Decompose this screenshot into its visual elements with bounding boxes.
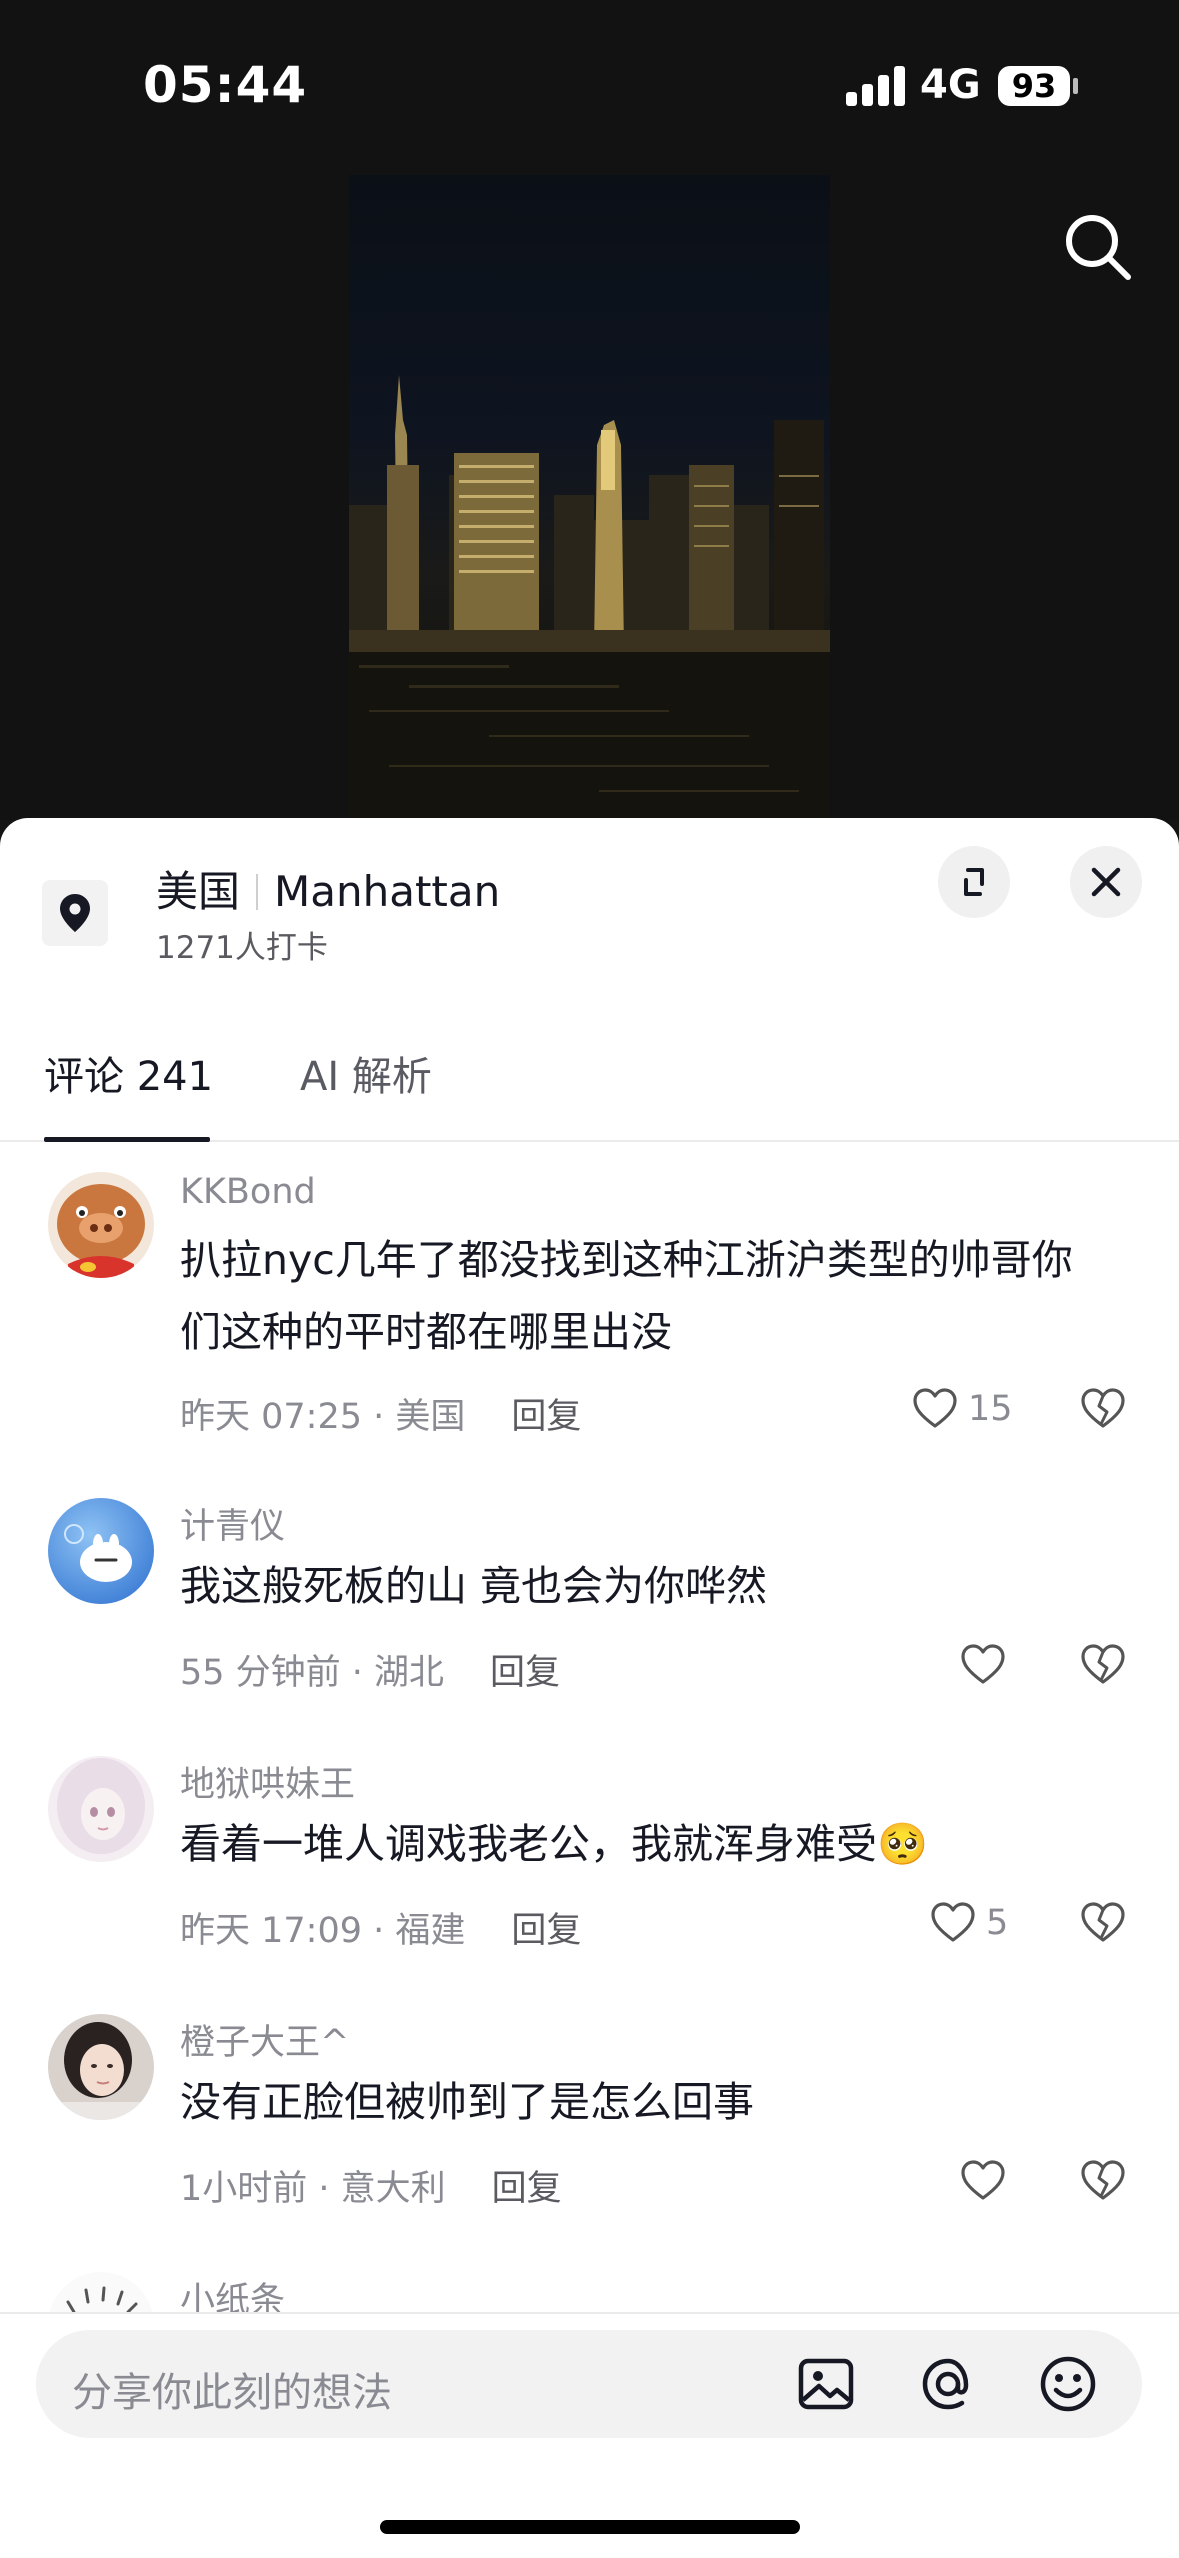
reply-button[interactable]: 回复 [492,2169,562,2209]
reply-button[interactable]: 回复 [511,1397,581,1437]
location-title: 美国 Manhattan [156,858,500,919]
comment-avatar[interactable] [48,1172,154,1278]
expand-button[interactable] [938,846,1010,918]
comment-item: 计青仪 我这般死板的山 竟也会为你哗然 55 分钟前 · 湖北 回复 [0,1480,1179,1720]
comment-item: 橙子大王^ 没有正脸但被帅到了是怎么回事 1小时前 · 意大利 回复 [0,1996,1179,2236]
image-button[interactable] [794,2352,858,2416]
dislike-button[interactable] [1078,2156,1128,2206]
comment-avatar[interactable] [48,2272,154,2314]
comment-input-placeholder: 分享你此刻的想法 [72,2370,392,2416]
at-icon [922,2358,969,2410]
like-button[interactable] [958,1638,1008,1692]
comment-meta: 55 分钟前 · 湖北 回复 [180,1644,560,1695]
video-area[interactable]: 05:44 4G 93 [0,0,1179,820]
comment-avatar[interactable] [48,2014,154,2120]
dislike-button[interactable] [1078,1898,1128,1948]
location-pin-icon [60,894,90,932]
comment-meta: 1小时前 · 意大利 回复 [180,2160,562,2211]
broken-heart-icon [1081,2160,1125,2200]
comment-time-location: 昨天 17:09 · 福建 [180,1911,466,1951]
dislike-button[interactable] [1078,1640,1128,1690]
tab-ai-analysis[interactable]: AI 解析 [300,1044,432,1102]
comment-avatar[interactable] [48,1756,154,1862]
heart-icon [931,1902,975,1942]
close-icon [1091,867,1121,897]
comment-text: 看着一堆人调戏我老公，我就浑身难受🥺 [180,1820,929,1868]
comment-meta: 昨天 07:25 · 美国 回复 [180,1388,581,1439]
comment-meta: 昨天 17:09 · 福建 回复 [180,1902,581,1953]
comment-text: 我这般死板的山 竟也会为你哗然 [180,1562,768,1610]
active-tab-indicator [44,1137,210,1142]
like-count: 5 [986,1903,1009,1943]
broken-heart-icon [1081,1388,1125,1428]
comment-input[interactable]: 分享你此刻的想法 [36,2330,1142,2438]
like-button[interactable] [958,2154,1008,2208]
image-icon [798,2358,854,2410]
like-button[interactable]: 5 [928,1896,1008,1950]
reply-button[interactable]: 回复 [490,1653,560,1693]
doll-avatar-image [48,1756,154,1862]
location-place: Manhattan [274,867,501,916]
search-icon [1066,215,1131,280]
heart-icon [913,1388,957,1428]
expand-icon [964,868,984,896]
close-button[interactable] [1070,846,1142,918]
emoji-icon [1040,2356,1096,2412]
location-header[interactable]: 美国 Manhattan 1271人打卡 [0,818,1179,1008]
status-time: 05:44 [143,56,308,114]
reply-button[interactable]: 回复 [511,1911,581,1951]
blue-cartoon-avatar-image [48,1498,154,1604]
comment-time-location: 1小时前 · 意大利 [180,2169,446,2209]
sketch-avatar-image [48,2272,154,2314]
location-country: 美国 [156,867,241,916]
video-thumbnail[interactable] [349,175,830,820]
pig-avatar-image [48,1172,154,1278]
broken-heart-icon [1081,1644,1125,1684]
search-button[interactable] [1058,207,1138,287]
like-count: 15 [968,1389,1013,1429]
dislike-button[interactable] [1078,1384,1128,1434]
comment-username[interactable]: 橙子大王^ [180,2014,349,2065]
tab-comments[interactable]: 评论 241 [44,1044,213,1102]
battery-level: 93 [1011,67,1057,105]
comment-username[interactable]: KKBond [180,1172,316,1212]
comment-text: 没有正脸但被帅到了是怎么回事 [180,2078,754,2126]
mention-button[interactable] [916,2352,980,2416]
comment-avatar[interactable] [48,1498,154,1604]
location-comment-sheet: 美国 Manhattan 1271人打卡 评论 241 AI 解析 KKBond… [0,818,1179,2556]
comment-text: 扒拉nyc几年了都没找到这种江浙沪类型的帅哥你们这种的平时都在哪里出没 [180,1236,1073,1356]
network-type: 4G [920,62,981,108]
title-divider [256,874,259,910]
comment-time-location: 55 分钟前 · 湖北 [180,1653,445,1693]
heart-icon [961,2160,1005,2200]
emoji-button[interactable] [1036,2352,1100,2416]
comment-username[interactable]: 地狱哄妹王 [180,1756,355,1807]
tab-bar: 评论 241 AI 解析 [0,1018,1179,1142]
location-pin-box [42,880,108,946]
girl-photo-avatar-image [48,2014,154,2120]
status-bar: 05:44 4G 93 [0,0,1179,170]
home-indicator [380,2520,800,2534]
comment-item: 地狱哄妹王 看着一堆人调戏我老公，我就浑身难受🥺 昨天 17:09 · 福建 回复… [0,1738,1179,1978]
comment-time-location: 昨天 07:25 · 美国 [180,1397,466,1437]
battery-cap [1073,78,1078,94]
checkin-count: 1271人打卡 [156,930,328,966]
comment-item: KKBond 扒拉nyc几年了都没找到这种江浙沪类型的帅哥你们这种的平时都在哪里… [0,1154,1179,1454]
city-skyline-image [349,375,830,820]
signal-icon [846,66,906,106]
comment-username[interactable]: 计青仪 [180,1498,285,1549]
comment-username[interactable]: 小纸条 [180,2272,285,2314]
broken-heart-icon [1081,1902,1125,1942]
heart-icon [961,1644,1005,1684]
comment-item: 小纸条 [0,2254,1179,2314]
like-button[interactable]: 15 [910,1382,1013,1436]
battery-icon: 93 [998,66,1070,106]
